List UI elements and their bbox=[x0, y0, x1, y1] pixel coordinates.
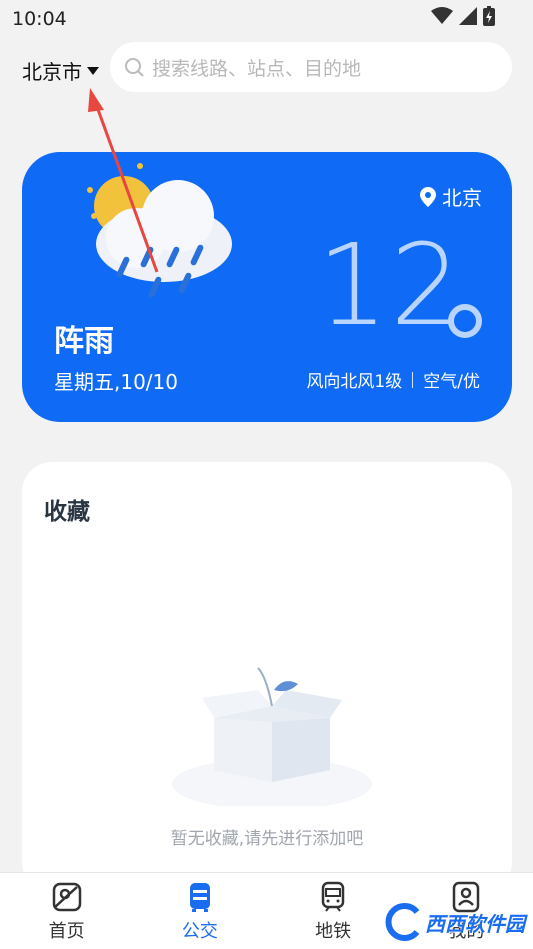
favorites-title: 收藏 bbox=[44, 499, 90, 525]
rain-cloud-icon bbox=[87, 163, 232, 298]
city-label: 北京市 bbox=[22, 60, 82, 84]
search-placeholder: 搜索线路、站点、目的地 bbox=[152, 57, 362, 80]
empty-box-icon bbox=[172, 667, 372, 806]
weather-wind-air: 风向北风1级 空气/优 bbox=[306, 367, 480, 392]
bus-icon bbox=[189, 883, 210, 912]
weather-temperature: 12 bbox=[317, 221, 464, 351]
tab-subway[interactable]: 地铁 bbox=[267, 873, 400, 949]
weather-card[interactable]: 北京 12 阵雨 星期五,10/10 风向北风1级 空气/优 bbox=[22, 152, 512, 422]
search-input[interactable]: 搜索线路、站点、目的地 bbox=[110, 42, 512, 92]
city-selector[interactable]: 北京市 bbox=[22, 56, 100, 85]
weather-location: 北京 bbox=[420, 182, 482, 211]
watermark-text: 西西软件园 bbox=[425, 911, 525, 936]
status-bar: 10:04 bbox=[0, 0, 533, 36]
weather-location-label: 北京 bbox=[442, 186, 482, 210]
signal-icon bbox=[459, 7, 477, 25]
status-icons bbox=[431, 6, 495, 26]
weather-condition: 阵雨 bbox=[54, 324, 114, 359]
location-pin-icon bbox=[420, 186, 436, 207]
wifi-icon bbox=[431, 7, 453, 24]
weather-wind: 风向北风1级 bbox=[306, 372, 403, 392]
tab-bus[interactable]: 公交 bbox=[133, 873, 266, 949]
battery-icon bbox=[483, 6, 495, 26]
subway-icon bbox=[321, 881, 345, 912]
map-icon bbox=[52, 882, 81, 912]
favorites-card: 收藏 暂无收藏,请先进行添加吧 bbox=[22, 462, 512, 892]
search-icon bbox=[125, 58, 144, 77]
tab-subway-label: 地铁 bbox=[315, 921, 352, 942]
status-time: 10:04 bbox=[12, 8, 67, 30]
tab-home[interactable]: 首页 bbox=[0, 873, 133, 949]
tab-bus-label: 公交 bbox=[181, 921, 218, 942]
degree-symbol bbox=[448, 304, 482, 338]
weather-date: 星期五,10/10 bbox=[54, 370, 178, 394]
divider bbox=[412, 371, 414, 388]
watermark-logo: 西西软件园 bbox=[381, 902, 525, 942]
watermark-c-icon bbox=[385, 903, 420, 941]
weather-air: 空气/优 bbox=[423, 372, 480, 392]
top-bar: 北京市 搜索线路、站点、目的地 bbox=[0, 42, 533, 94]
empty-state-text: 暂无收藏,请先进行添加吧 bbox=[170, 829, 364, 849]
caret-down-icon bbox=[87, 66, 99, 75]
tab-home-label: 首页 bbox=[48, 921, 85, 942]
